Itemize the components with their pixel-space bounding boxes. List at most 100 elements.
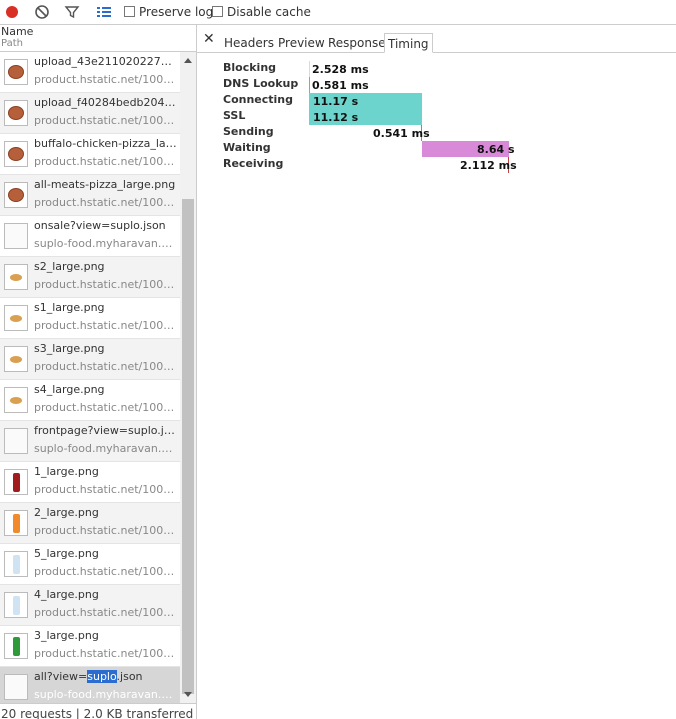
request-row-selected[interactable]: all?view=suplo.json suplo-food.myharavan.… (0, 667, 180, 703)
request-name: s4_large.png (34, 383, 105, 396)
timing-value: 2.112 ms (460, 159, 517, 172)
request-path: product.hstatic.net/100025... (34, 524, 178, 537)
request-name: buffalo-chicken-pizza_large... (34, 137, 178, 150)
image-thumbnail (4, 59, 28, 85)
timing-label-waiting: Waiting (223, 141, 271, 154)
request-name: s2_large.png (34, 260, 105, 273)
close-icon[interactable]: ✕ (203, 31, 215, 47)
image-thumbnail (4, 264, 28, 290)
blank-file-icon (5, 675, 27, 699)
tab-preview[interactable]: Preview (275, 33, 328, 53)
request-path: product.hstatic.net/100025... (34, 483, 178, 496)
file-icon (4, 223, 28, 249)
request-row[interactable]: 2_large.png product.hstatic.net/100025... (0, 503, 180, 544)
checkbox-box[interactable] (212, 6, 223, 17)
request-name: upload_f40284bedb2046b2... (34, 96, 178, 109)
image-thumbnail (4, 387, 28, 413)
tab-timing[interactable]: Timing (384, 33, 433, 53)
preserve-log-checkbox[interactable]: Preserve log (124, 5, 213, 19)
file-icon (4, 674, 28, 700)
request-path: product.hstatic.net/100025... (34, 114, 178, 127)
scroll-down-arrow-icon[interactable] (184, 692, 192, 697)
timing-bar (309, 61, 310, 77)
request-name: onsale?view=suplo.json (34, 219, 166, 232)
timing-value: 8.64 s (477, 143, 515, 156)
timing-label-sending: Sending (223, 125, 274, 138)
request-row[interactable]: 4_large.png product.hstatic.net/100025... (0, 585, 180, 626)
tab-response[interactable]: Response (325, 33, 389, 53)
image-thumbnail (4, 510, 28, 536)
status-bar: 20 requests | 2.0 KB transferred (0, 703, 196, 719)
checkbox-box[interactable] (124, 6, 135, 17)
bottle-icon (13, 473, 20, 492)
timing-bar (309, 77, 310, 93)
request-path: product.hstatic.net/100025... (34, 606, 178, 619)
request-row[interactable]: s3_large.png product.hstatic.net/100025..… (0, 339, 180, 380)
disable-cache-label: Disable cache (227, 5, 311, 19)
bottle-icon (13, 514, 20, 533)
request-name: upload_43e21102022749f8... (34, 55, 178, 68)
image-thumbnail (4, 305, 28, 331)
request-name: 4_large.png (34, 588, 99, 601)
request-row[interactable]: s1_large.png product.hstatic.net/100025..… (0, 298, 180, 339)
name-column-header[interactable]: Name Path (0, 25, 196, 52)
network-toolbar: Preserve log Disable cache (0, 0, 676, 25)
request-name: all-meats-pizza_large.png (34, 178, 176, 191)
request-row[interactable]: 5_large.png product.hstatic.net/100025... (0, 544, 180, 585)
path-header-label: Path (1, 38, 23, 49)
timing-value: 0.541 ms (373, 127, 430, 140)
image-thumbnail (4, 141, 28, 167)
snack-icon (10, 397, 22, 404)
timing-value: 11.12 s (313, 111, 359, 124)
snack-icon (10, 274, 22, 281)
clear-icon[interactable] (34, 4, 50, 20)
bottle-icon (13, 596, 20, 615)
request-path: product.hstatic.net/100025... (34, 155, 178, 168)
request-row[interactable]: frontpage?view=suplo.json suplo-food.myha… (0, 421, 180, 462)
request-list-scrollbar[interactable] (180, 52, 196, 703)
pizza-icon (8, 106, 24, 120)
request-path: product.hstatic.net/100025... (34, 319, 178, 332)
name-part: .json (116, 670, 143, 683)
request-path: product.hstatic.net/100025... (34, 565, 178, 578)
request-path: product.hstatic.net/100025... (34, 196, 178, 209)
request-name: 5_large.png (34, 547, 99, 560)
timing-label-receiving: Receiving (223, 157, 284, 170)
image-thumbnail (4, 592, 28, 618)
request-row[interactable]: s4_large.png product.hstatic.net/100025..… (0, 380, 180, 421)
request-row[interactable]: upload_43e21102022749f8... product.hstati… (0, 52, 180, 93)
timing-label-ssl: SSL (223, 109, 246, 122)
request-row[interactable]: all-meats-pizza_large.png product.hstatic… (0, 175, 180, 216)
devtools-network-panel: Preserve log Disable cache Name Path upl… (0, 0, 676, 719)
image-thumbnail (4, 182, 28, 208)
request-row[interactable]: s2_large.png product.hstatic.net/100025..… (0, 257, 180, 298)
scrollbar-thumb[interactable] (182, 199, 194, 694)
snack-icon (10, 356, 22, 363)
tab-headers[interactable]: Headers (221, 33, 277, 53)
request-row[interactable]: 3_large.png product.hstatic.net/100025... (0, 626, 180, 667)
request-row[interactable]: 1_large.png product.hstatic.net/100025... (0, 462, 180, 503)
record-icon[interactable] (4, 4, 20, 20)
scroll-up-arrow-icon[interactable] (184, 58, 192, 63)
request-name: 1_large.png (34, 465, 99, 478)
request-name: s1_large.png (34, 301, 105, 314)
pizza-icon (8, 147, 24, 161)
request-row[interactable]: buffalo-chicken-pizza_large... product.hs… (0, 134, 180, 175)
file-icon (4, 428, 28, 454)
request-list-pane: Name Path upload_43e21102022749f8...prod… (0, 25, 197, 719)
name-header-label: Name (1, 25, 34, 38)
request-row[interactable]: upload_f40284bedb2046b2... product.hstati… (0, 93, 180, 134)
timing-label-connecting: Connecting (223, 93, 294, 106)
disable-cache-checkbox[interactable]: Disable cache (212, 5, 311, 19)
blank-file-icon (5, 224, 27, 248)
snack-icon (10, 315, 22, 322)
request-path: product.hstatic.net/100025... (34, 278, 178, 291)
filter-icon[interactable] (64, 4, 80, 20)
request-row[interactable]: onsale?view=suplo.json suplo-food.myharav… (0, 216, 180, 257)
request-list: upload_43e21102022749f8... product.hstati… (0, 52, 180, 703)
list-view-icon[interactable] (96, 4, 112, 20)
bottle-icon (13, 637, 20, 656)
request-path: suplo-food.myharavan.com... (34, 442, 178, 455)
request-name: 3_large.png (34, 629, 99, 642)
image-thumbnail (4, 469, 28, 495)
